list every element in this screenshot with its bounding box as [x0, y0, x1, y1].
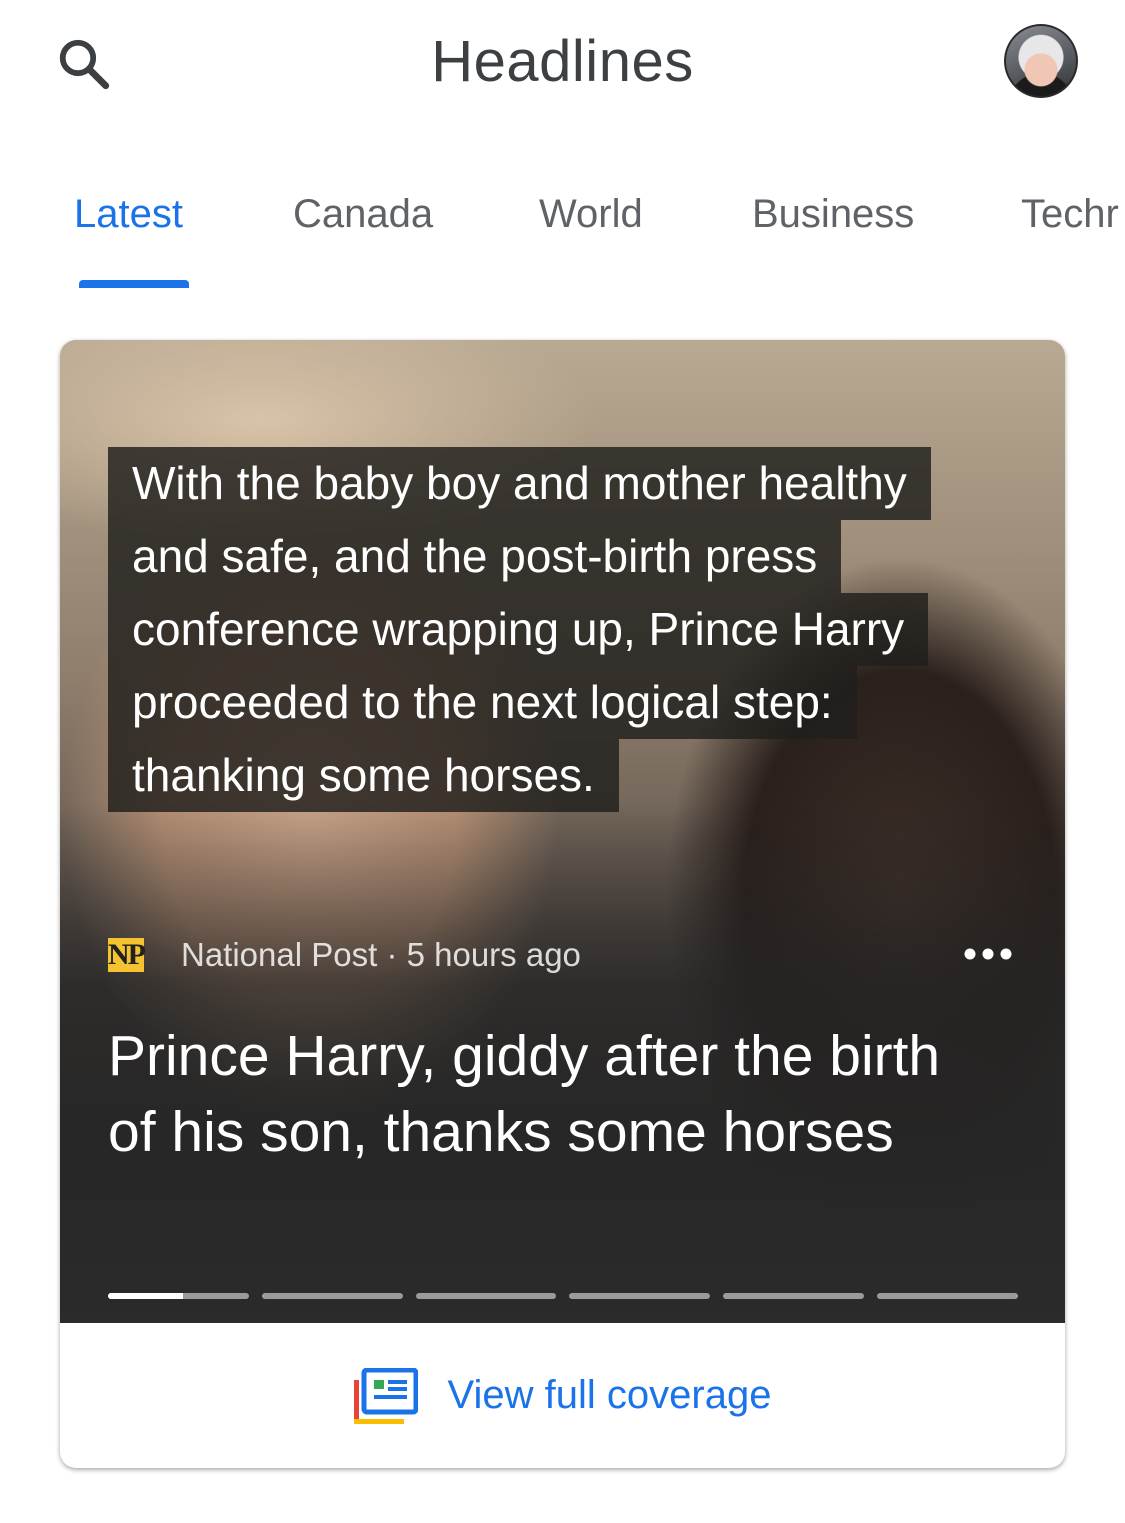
tab-business[interactable]: Business — [752, 192, 914, 237]
page-title: Headlines — [431, 29, 694, 94]
more-horizontal-icon — [964, 948, 1012, 960]
source-meta: National Post · 5 hours ago — [181, 936, 581, 973]
progress-segment — [877, 1293, 1018, 1299]
progress-segment — [415, 1293, 557, 1299]
avatar[interactable] — [1004, 24, 1078, 98]
progress-segment — [108, 1293, 249, 1299]
story-image[interactable]: With the baby boy and mother healthy and… — [60, 340, 1065, 1323]
active-tab-indicator — [79, 280, 189, 288]
story-quote: With the baby boy and mother healthy and… — [108, 447, 1018, 812]
quote-line: With the baby boy and mother healthy — [108, 447, 931, 520]
view-full-coverage-button[interactable]: View full coverage — [60, 1323, 1065, 1468]
tab-world[interactable]: World — [539, 192, 643, 237]
top-app-bar: Headlines — [0, 0, 1125, 130]
section-tabs: Latest Canada World Business Techr — [0, 170, 1125, 290]
quote-line: thanking some horses. — [108, 739, 619, 812]
quote-line: and safe, and the post-birth press — [108, 520, 842, 593]
carousel-progress — [108, 1293, 1018, 1299]
more-options-button[interactable] — [958, 934, 1018, 974]
quote-line: proceeded to the next logical step: — [108, 666, 857, 739]
source-row: NP National Post · 5 hours ago — [108, 934, 1018, 980]
tab-technology[interactable]: Techr — [1021, 192, 1119, 237]
full-coverage-icon — [353, 1367, 418, 1424]
tab-latest[interactable]: Latest — [74, 192, 183, 237]
progress-segment — [723, 1293, 865, 1299]
quote-line: conference wrapping up, Prince Harry — [108, 593, 929, 666]
story-card[interactable]: With the baby boy and mother healthy and… — [60, 340, 1065, 1468]
source-logo: NP — [108, 938, 146, 972]
progress-segment — [261, 1293, 403, 1299]
tab-canada[interactable]: Canada — [293, 192, 433, 237]
progress-segment — [569, 1293, 711, 1299]
progress-fill — [108, 1293, 183, 1299]
story-headline[interactable]: Prince Harry, giddy after the birth of h… — [108, 1018, 978, 1170]
view-full-coverage-label: View full coverage — [447, 1373, 772, 1417]
